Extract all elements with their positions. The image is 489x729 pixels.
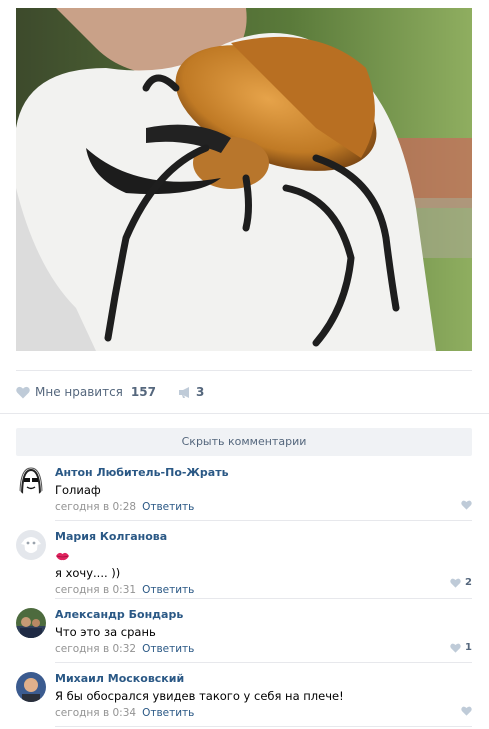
comment-like-count: 1 — [465, 642, 472, 653]
comment-time[interactable]: сегодня в 0:28 — [55, 501, 136, 513]
avatar[interactable] — [16, 608, 46, 638]
like-count: 157 — [130, 385, 156, 399]
like-label: Мне нравится — [35, 385, 123, 399]
heart-icon — [450, 578, 461, 588]
reply-button[interactable]: Ответить — [142, 501, 194, 513]
comment-text: Голиаф — [55, 483, 101, 497]
comment-like-count: 2 — [465, 577, 472, 588]
post-photo[interactable] — [16, 8, 472, 351]
comment-time[interactable]: сегодня в 0:34 — [55, 707, 136, 719]
comment-author[interactable]: Александр Бондарь — [55, 608, 472, 622]
comment-text: Что это за срань — [55, 625, 156, 639]
comment-item: Мария Колганова я хочу.... )) сегодня в … — [16, 530, 472, 596]
comment-author[interactable]: Михаил Московский — [55, 672, 472, 686]
avatar[interactable] — [16, 530, 46, 560]
like-button[interactable]: Мне нравится 157 — [16, 385, 156, 399]
post-actions: Мне нравится 157 3 — [16, 382, 204, 402]
heart-icon — [461, 500, 472, 510]
heart-icon — [450, 643, 461, 653]
comment-author[interactable]: Мария Колганова — [55, 530, 472, 544]
comment-like-button[interactable]: 1 — [450, 642, 472, 653]
reply-button[interactable]: Ответить — [142, 584, 194, 596]
share-count: 3 — [195, 385, 205, 399]
comment-item: Александр Бондарь Что это за срань сегод… — [16, 608, 472, 656]
comment-text: я хочу.... )) — [55, 566, 121, 580]
comment-item: Михаил Московский Я бы обосрался увидев … — [16, 672, 472, 720]
megaphone-icon — [178, 386, 189, 398]
comment-author[interactable]: Антон Любитель-По-Жрать — [55, 466, 472, 480]
comment-item: Антон Любитель-По-Жрать Голиаф сегодня в… — [16, 466, 472, 514]
comment-like-button[interactable] — [461, 706, 472, 716]
avatar[interactable] — [16, 672, 46, 702]
heart-icon — [461, 706, 472, 716]
reply-button[interactable]: Ответить — [142, 643, 194, 655]
reply-button[interactable]: Ответить — [142, 707, 194, 719]
comment-text: Я бы обосрался увидев такого у себя на п… — [55, 689, 344, 703]
share-button[interactable]: 3 — [178, 385, 204, 399]
hide-comments-button[interactable]: Скрыть комментарии — [16, 428, 472, 456]
comment-time[interactable]: сегодня в 0:31 — [55, 584, 136, 596]
kiss-lips-emoji — [55, 546, 70, 565]
comment-like-button[interactable]: 2 — [450, 577, 472, 588]
avatar[interactable] — [16, 466, 46, 496]
comment-like-button[interactable] — [461, 500, 472, 510]
comment-time[interactable]: сегодня в 0:32 — [55, 643, 136, 655]
heart-icon — [16, 386, 30, 398]
